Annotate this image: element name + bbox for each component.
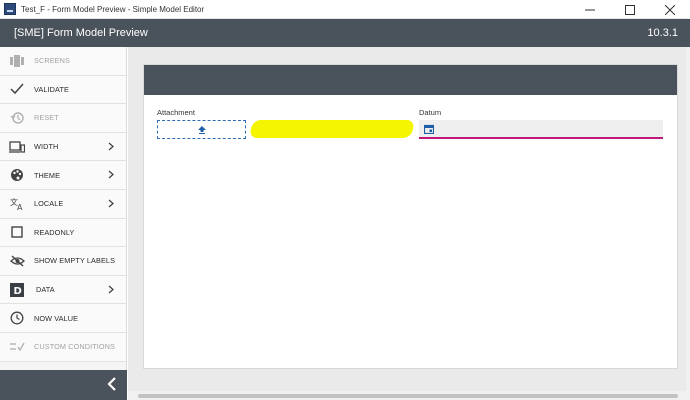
conditions-icon (9, 339, 25, 355)
sidebar-item-readonly[interactable]: READONLY (0, 218, 126, 248)
data-d-icon: D (9, 282, 25, 298)
form-card: Attachment Datum (143, 64, 678, 369)
svg-text:A: A (17, 203, 23, 211)
chevron-right-icon (108, 285, 114, 294)
sidebar-item-label: CUSTOM CONDITIONS (34, 342, 116, 352)
sidebar-item-custom-conditions[interactable]: CUSTOM CONDITIONS (0, 332, 126, 362)
sidebar-item-data[interactable]: D DATA (0, 275, 126, 305)
chevron-right-icon (108, 170, 114, 179)
sidebar-item-theme[interactable]: THEME (0, 161, 126, 190)
sidebar-item-label: WIDTH (34, 142, 59, 152)
sidebar-item-screens[interactable]: SCREENS (0, 47, 126, 76)
palette-icon (9, 167, 25, 183)
sidebar-item-reset[interactable]: RESET (0, 104, 126, 133)
date-input[interactable] (419, 120, 663, 139)
sidebar-item-label: DATA (36, 285, 55, 295)
devices-icon (9, 139, 25, 155)
horizontal-scrollbar[interactable] (128, 391, 690, 400)
check-icon (9, 81, 25, 97)
form-card-header (144, 65, 677, 95)
window-controls (570, 0, 690, 19)
chevron-right-icon (108, 199, 114, 208)
app-version: 10.3.1 (647, 27, 678, 39)
horizontal-scrollbar-thumb[interactable] (138, 394, 678, 398)
sidebar-item-label: VALIDATE (34, 84, 69, 94)
maximize-button[interactable] (610, 0, 650, 19)
clock-icon (9, 310, 25, 326)
close-window-button[interactable] (650, 0, 690, 19)
upload-icon (197, 125, 206, 134)
attachment-upload-button[interactable] (157, 120, 246, 139)
calendar-icon[interactable] (424, 124, 434, 134)
sidebar-item-show-empty-labels[interactable]: SHOW EMPTY LABELS (0, 247, 126, 276)
window-title: Test_F - Form Model Preview - Simple Mod… (21, 4, 205, 14)
sidebar-item-width[interactable]: WIDTH (0, 132, 126, 162)
chevron-left-icon (107, 377, 116, 391)
sidebar-item-validate[interactable]: VALIDATE (0, 75, 126, 105)
redaction-highlight (249, 120, 415, 138)
translate-icon: 文A (9, 196, 25, 212)
screens-icon (9, 53, 25, 69)
sidebar-item-label: NOW VALUE (34, 313, 79, 323)
window-titlebar: Test_F - Form Model Preview - Simple Mod… (0, 0, 690, 19)
chevron-right-icon (108, 142, 114, 151)
sidebar-item-now-value[interactable]: NOW VALUE (0, 304, 126, 333)
sidebar-collapse-button[interactable] (0, 370, 127, 400)
sidebar-item-label: LOCALE (34, 199, 64, 209)
app-header: [SME] Form Model Preview 10.3.1 (0, 19, 690, 47)
history-icon (9, 110, 25, 126)
sidebar-item-label: RESET (34, 113, 59, 123)
sidebar-item-label: SCREENS (34, 56, 70, 66)
attachment-label: Attachment (157, 108, 195, 117)
minimize-button[interactable] (570, 0, 610, 19)
minimize-icon (585, 9, 595, 10)
sidebar-item-label: THEME (34, 170, 61, 180)
checkbox-icon (9, 224, 25, 240)
sidebar-item-label: READONLY (34, 227, 75, 237)
sidebar-item-label: SHOW EMPTY LABELS (34, 256, 116, 266)
date-label: Datum (419, 108, 442, 117)
sidebar: SCREENS VALIDATE RESET WIDTH THEME 文A LO… (0, 47, 127, 400)
close-icon (665, 4, 675, 15)
vertical-scrollbar[interactable] (686, 47, 690, 391)
app-icon (4, 3, 16, 15)
preview-area: Attachment Datum (128, 47, 690, 400)
sidebar-item-locale[interactable]: 文A LOCALE (0, 189, 126, 219)
svg-text:D: D (14, 286, 22, 297)
app-title: [SME] Form Model Preview (14, 27, 148, 39)
maximize-icon (625, 4, 635, 15)
eye-off-icon (9, 253, 25, 269)
